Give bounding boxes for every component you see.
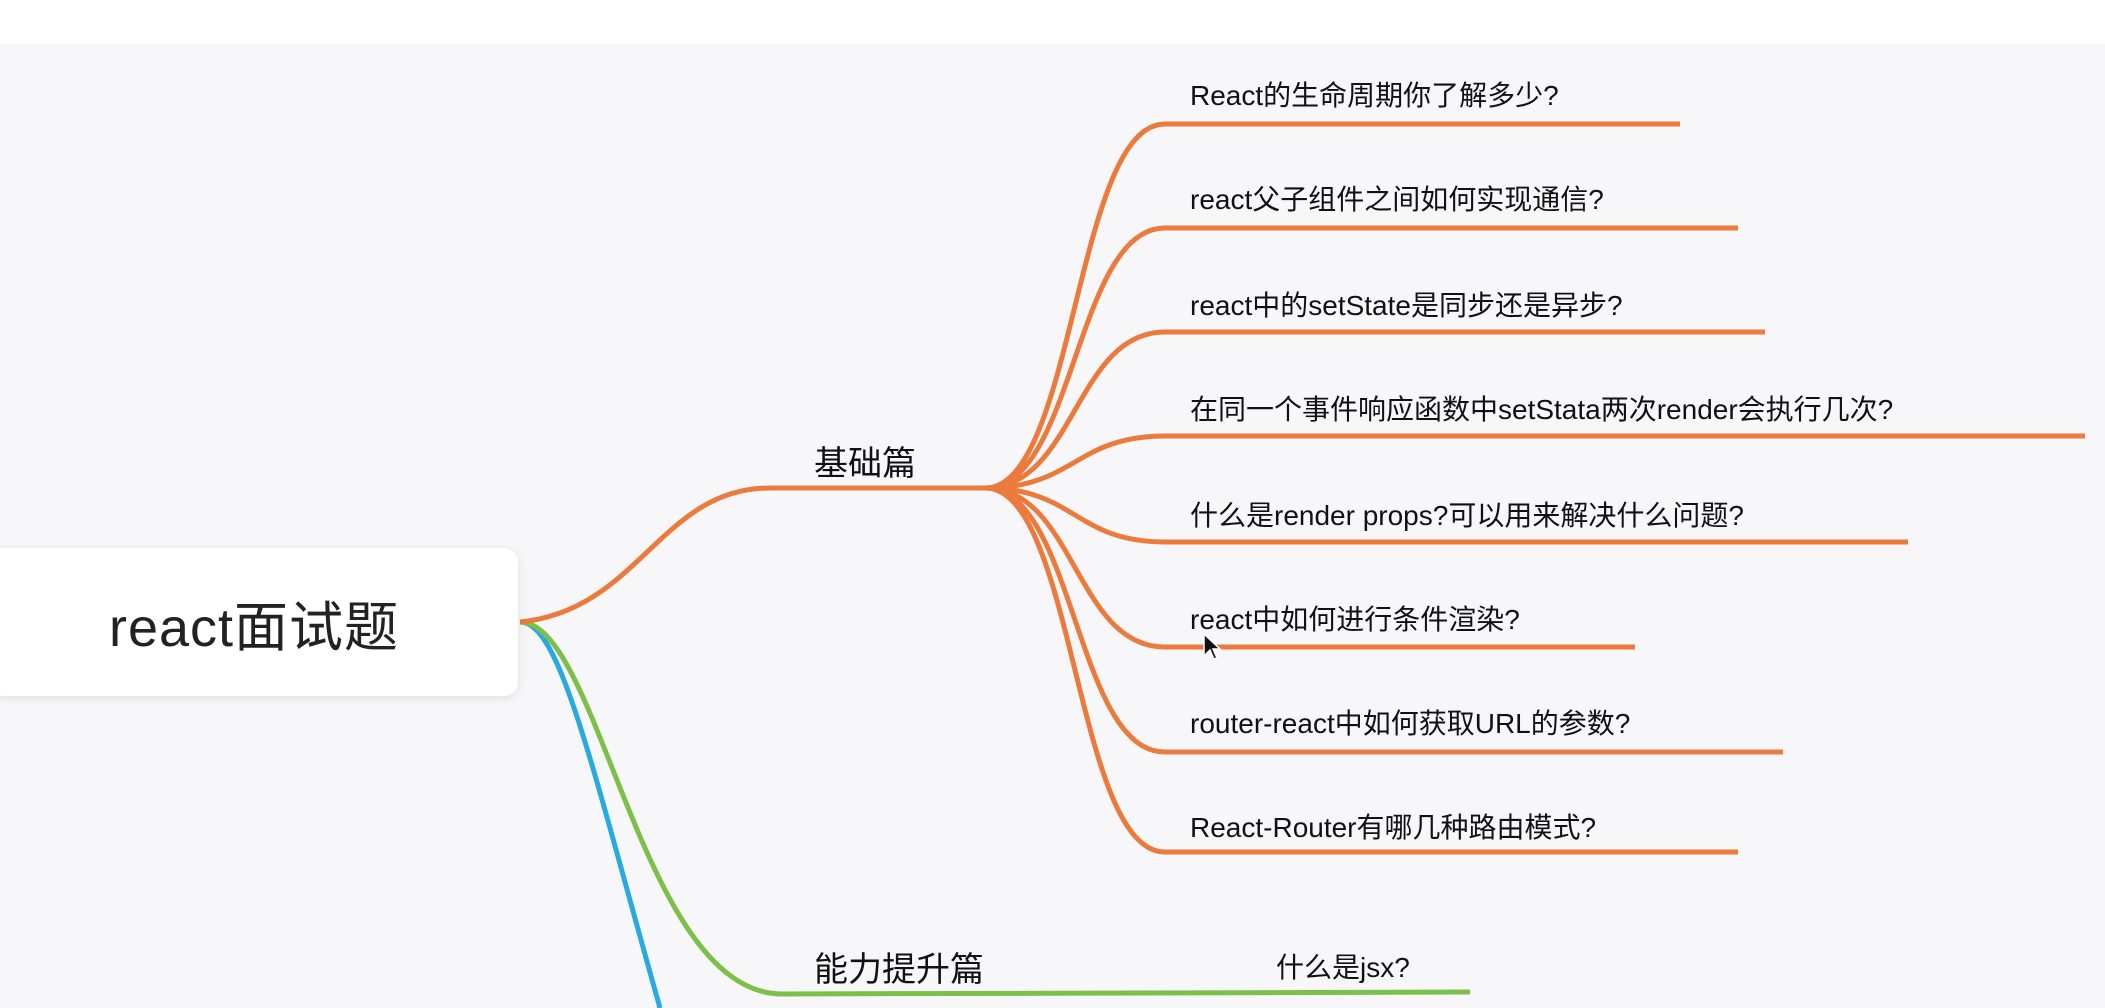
leaf-basics-4[interactable]: 什么是render props?可以用来解决什么问题? bbox=[1190, 494, 1744, 534]
leaf-basics-0[interactable]: React的生命周期你了解多少? bbox=[1190, 74, 1559, 114]
root-label: react面试题 bbox=[108, 597, 400, 658]
leaf-basics-6[interactable]: router-react中如何获取URL的参数? bbox=[1190, 702, 1630, 742]
mouse-pointer-icon bbox=[1203, 632, 1222, 660]
leaf-ability-0[interactable]: 什么是jsx? bbox=[1276, 946, 1410, 986]
connector-leaf-3 bbox=[984, 433, 2085, 491]
leaf-basics-1[interactable]: react父子组件之间如何实现通信? bbox=[1190, 178, 1604, 218]
leaf-basics-3[interactable]: 在同一个事件响应函数中setStata两次render会执行几次? bbox=[1190, 388, 1893, 428]
leaf-basics-2[interactable]: react中的setState是同步还是异步? bbox=[1190, 284, 1623, 324]
leaf-basics-5[interactable]: react中如何进行条件渲染? bbox=[1190, 598, 1520, 638]
connector-root-basics bbox=[519, 485, 985, 625]
connector-root-blue bbox=[519, 619, 663, 1008]
branch-ability-label[interactable]: 能力提升篇 bbox=[814, 942, 984, 991]
mindmap-connectors bbox=[519, 121, 2085, 1008]
branch-basics-label[interactable]: 基础篇 bbox=[814, 436, 916, 485]
leaf-basics-7[interactable]: React-Router有哪几种路由模式? bbox=[1190, 806, 1596, 846]
root-node[interactable]: react面试题 bbox=[0, 548, 518, 696]
